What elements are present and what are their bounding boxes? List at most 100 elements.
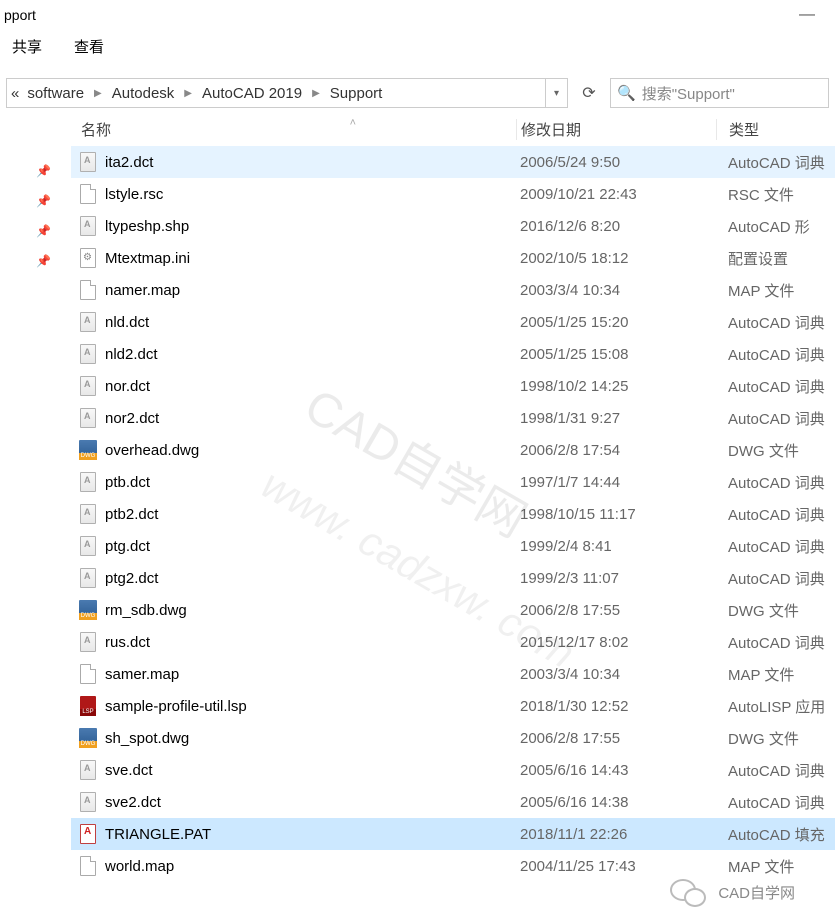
chevron-right-icon[interactable]: ▶ <box>88 88 108 99</box>
file-date-cell: 2005/6/16 14:43 <box>516 762 716 779</box>
pin-icon[interactable]: 📌 <box>36 254 51 268</box>
file-type-cell: AutoCAD 词典 <box>716 472 835 493</box>
column-header-date[interactable]: 修改日期 <box>516 119 716 140</box>
table-row[interactable]: sh_spot.dwg2006/2/8 17:55DWG 文件 <box>71 722 835 754</box>
file-list-area: 名称 ˄ 修改日期 类型 ita2.dct2006/5/24 9:50AutoC… <box>71 112 835 917</box>
table-row[interactable]: ita2.dct2006/5/24 9:50AutoCAD 词典 <box>71 146 835 178</box>
address-dropdown[interactable]: ▾ <box>545 79 567 107</box>
table-row[interactable]: sve2.dct2005/6/16 14:38AutoCAD 词典 <box>71 786 835 818</box>
table-row[interactable]: lstyle.rsc2009/10/21 22:43RSC 文件 <box>71 178 835 210</box>
file-date-cell: 1999/2/4 8:41 <box>516 538 716 555</box>
table-row[interactable]: overhead.dwg2006/2/8 17:54DWG 文件 <box>71 434 835 466</box>
file-icon <box>79 761 97 779</box>
file-date-cell: 2015/12/17 8:02 <box>516 634 716 651</box>
table-row[interactable]: nld2.dct2005/1/25 15:08AutoCAD 词典 <box>71 338 835 370</box>
file-name-cell: namer.map <box>71 281 516 299</box>
file-type-cell: AutoCAD 词典 <box>716 568 835 589</box>
column-header-name[interactable]: 名称 ˄ <box>71 119 516 140</box>
file-date-cell: 1997/1/7 14:44 <box>516 474 716 491</box>
file-icon <box>79 729 97 747</box>
file-name: ptb.dct <box>105 474 150 491</box>
file-type-cell: AutoCAD 词典 <box>716 632 835 653</box>
file-name-cell: sh_spot.dwg <box>71 729 516 747</box>
file-name: ptb2.dct <box>105 506 158 523</box>
file-type-cell: DWG 文件 <box>716 440 835 461</box>
file-date-cell: 1998/1/31 9:27 <box>516 410 716 427</box>
file-type-cell: AutoCAD 形 <box>716 216 835 237</box>
table-row[interactable]: ptb2.dct1998/10/15 11:17AutoCAD 词典 <box>71 498 835 530</box>
breadcrumb-seg[interactable]: Autodesk <box>108 85 179 102</box>
table-row[interactable]: samer.map2003/3/4 10:34MAP 文件 <box>71 658 835 690</box>
breadcrumb-seg[interactable]: software <box>23 85 88 102</box>
table-row[interactable]: namer.map2003/3/4 10:34MAP 文件 <box>71 274 835 306</box>
table-row[interactable]: nld.dct2005/1/25 15:20AutoCAD 词典 <box>71 306 835 338</box>
breadcrumb-overflow[interactable]: « <box>7 85 23 102</box>
table-row[interactable]: sample-profile-util.lsp 2018/1/30 12:52Au… <box>71 690 835 722</box>
file-type-cell: AutoCAD 词典 <box>716 152 835 173</box>
table-row[interactable]: rus.dct2015/12/17 8:02AutoCAD 词典 <box>71 626 835 658</box>
column-header-type[interactable]: 类型 <box>716 119 835 140</box>
pin-icon[interactable]: 📌 <box>36 194 51 208</box>
file-name: sve.dct <box>105 762 153 779</box>
file-icon <box>79 697 97 715</box>
content-area: 📌 📌 📌 📌 名称 ˄ 修改日期 类型 ita2.dct2006/5/24 9… <box>0 112 835 917</box>
file-name: ptg.dct <box>105 538 150 555</box>
file-icon <box>79 409 97 427</box>
table-row[interactable]: rm_sdb.dwg2006/2/8 17:55DWG 文件 <box>71 594 835 626</box>
file-icon <box>79 313 97 331</box>
refresh-button[interactable]: ⟳ <box>576 78 602 108</box>
file-date-cell: 2018/1/30 12:52 <box>516 698 716 715</box>
file-icon <box>79 249 97 267</box>
breadcrumb-seg[interactable]: AutoCAD 2019 <box>198 85 306 102</box>
table-row[interactable]: ptg.dct1999/2/4 8:41AutoCAD 词典 <box>71 530 835 562</box>
table-row[interactable]: ptb.dct 1997/1/7 14:44AutoCAD 词典 <box>71 466 835 498</box>
table-row[interactable]: ltypeshp.shp2016/12/6 8:20AutoCAD 形 <box>71 210 835 242</box>
file-name: sample-profile-util.lsp <box>105 698 247 715</box>
address-bar[interactable]: « software ▶ Autodesk ▶ AutoCAD 2019 ▶ S… <box>6 78 568 108</box>
window-title: pport <box>4 7 36 23</box>
file-date-cell: 2005/1/25 15:08 <box>516 346 716 363</box>
minimize-button[interactable]: — <box>787 6 827 24</box>
file-date-cell: 2006/2/8 17:55 <box>516 730 716 747</box>
file-date-cell: 1998/10/2 14:25 <box>516 378 716 395</box>
pin-icon[interactable]: 📌 <box>36 224 51 238</box>
table-row[interactable]: Mtextmap.ini2002/10/5 18:12配置设置 <box>71 242 835 274</box>
footer-text: CAD自学网 <box>718 882 795 903</box>
file-name: ita2.dct <box>105 154 153 171</box>
ribbon-tabs: 共享 查看 <box>0 30 835 62</box>
file-date-cell: 2004/11/25 17:43 <box>516 858 716 875</box>
table-row[interactable]: ptg2.dct1999/2/3 11:07AutoCAD 词典 <box>71 562 835 594</box>
table-row[interactable]: TRIANGLE.PAT2018/11/1 22:26AutoCAD 填充 <box>71 818 835 850</box>
file-name: ptg2.dct <box>105 570 158 587</box>
file-icon <box>79 633 97 651</box>
table-row[interactable]: nor2.dct1998/1/31 9:27AutoCAD 词典 <box>71 402 835 434</box>
chevron-right-icon[interactable]: ▶ <box>178 88 198 99</box>
pin-icon[interactable]: 📌 <box>36 164 51 178</box>
file-name-cell: nld.dct <box>71 313 516 331</box>
file-date-cell: 2002/10/5 18:12 <box>516 250 716 267</box>
footer-branding: CAD自学网 <box>670 877 795 907</box>
file-icon <box>79 473 97 491</box>
file-icon <box>79 217 97 235</box>
file-icon <box>79 441 97 459</box>
file-type-cell: AutoLISP 应用 <box>716 696 835 717</box>
search-icon: 🔍 <box>617 84 636 102</box>
file-icon <box>79 665 97 683</box>
file-type-cell: 配置设置 <box>716 248 835 269</box>
file-icon <box>79 377 97 395</box>
search-input[interactable]: 🔍 搜索"Support" <box>610 78 829 108</box>
file-type-cell: MAP 文件 <box>716 280 835 301</box>
table-row[interactable]: sve.dct2005/6/16 14:43AutoCAD 词典 <box>71 754 835 786</box>
breadcrumb-seg[interactable]: Support <box>326 85 387 102</box>
table-row[interactable]: nor.dct1998/10/2 14:25AutoCAD 词典 <box>71 370 835 402</box>
tab-view[interactable]: 查看 <box>74 36 104 57</box>
file-name: nor.dct <box>105 378 150 395</box>
file-name-cell: Mtextmap.ini <box>71 249 516 267</box>
file-name-cell: sve2.dct <box>71 793 516 811</box>
file-name-cell: nor.dct <box>71 377 516 395</box>
file-date-cell: 2006/2/8 17:54 <box>516 442 716 459</box>
file-type-cell: RSC 文件 <box>716 184 835 205</box>
tab-share[interactable]: 共享 <box>12 36 42 57</box>
chevron-right-icon[interactable]: ▶ <box>306 88 326 99</box>
file-name-cell: ptg2.dct <box>71 569 516 587</box>
